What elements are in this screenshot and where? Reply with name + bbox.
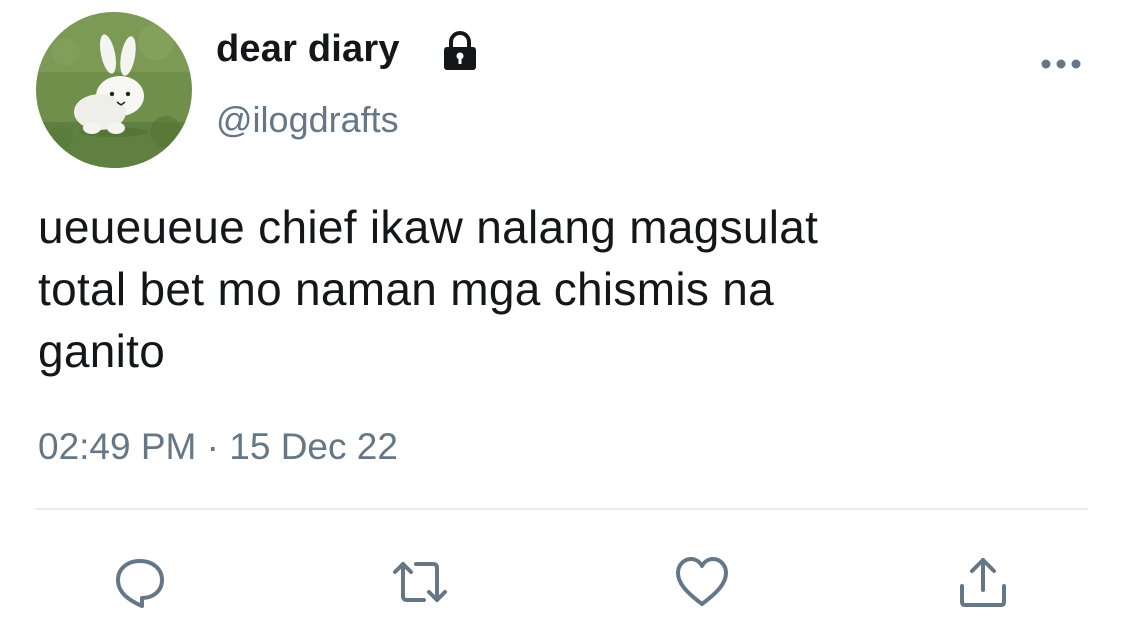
tweet-timestamp[interactable]: 02:49 PM · 15 Dec 22: [38, 426, 398, 468]
tweet-text: ueueueue chief ikaw nalang magsulat total…: [38, 196, 1038, 382]
like-button[interactable]: [672, 552, 732, 612]
retweet-button[interactable]: [390, 552, 450, 612]
tweet-text-line: ueueueue chief ikaw nalang magsulat: [38, 201, 819, 253]
avatar-image: [36, 12, 192, 168]
share-icon: [960, 558, 1006, 607]
retweet-icon: [393, 562, 447, 602]
heart-icon: [676, 557, 728, 606]
meta-separator: ·: [206, 426, 219, 467]
tweet-text-line: ganito: [38, 325, 166, 377]
share-button[interactable]: [953, 552, 1013, 612]
user-handle[interactable]: @ilogdrafts: [216, 99, 399, 141]
tweet-time: 02:49 PM: [38, 426, 197, 467]
avatar[interactable]: [36, 12, 192, 168]
lock-icon: [444, 31, 476, 70]
more-horizontal-icon[interactable]: [1036, 50, 1086, 74]
reply-button[interactable]: [110, 552, 170, 612]
tweet-date: 15 Dec 22: [229, 426, 398, 467]
divider: [36, 508, 1088, 510]
display-name[interactable]: dear diary: [216, 28, 400, 71]
tweet-text-line: total bet mo naman mga chismis na: [38, 263, 775, 315]
reply-icon: [116, 559, 164, 608]
